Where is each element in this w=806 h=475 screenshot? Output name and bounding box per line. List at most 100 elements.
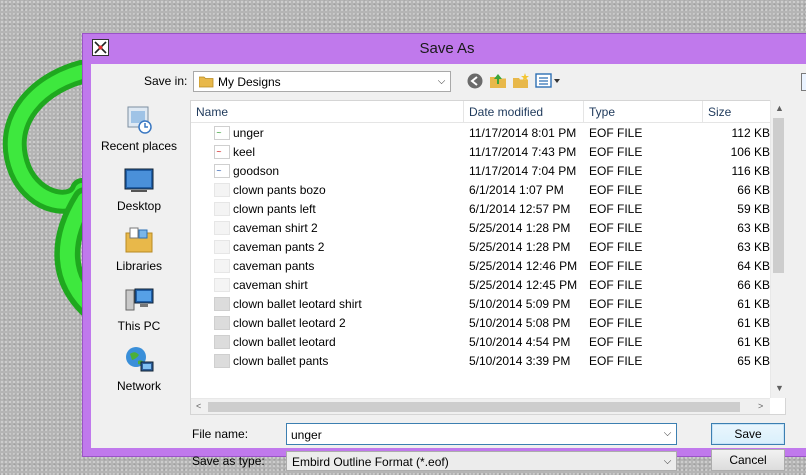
file-date-cell: 11/17/2014 8:01 PM — [469, 126, 577, 140]
file-type-cell: EOF FILE — [589, 164, 643, 178]
file-thumbnail-icon — [214, 335, 230, 349]
file-name-cell: unger — [233, 126, 264, 140]
file-row[interactable]: caveman shirt 2 5/25/2014 1:28 PM EOF FILE… — [191, 219, 785, 238]
scroll-left-icon[interactable]: < — [196, 401, 201, 411]
file-date-cell: 5/25/2014 1:28 PM — [469, 221, 571, 235]
file-row[interactable]: ~ goodson 11/17/2014 7:04 PM EOF FILE 116 KB — [191, 162, 785, 181]
file-row[interactable]: caveman pants 5/25/2014 12:46 PM EOF FILE 6… — [191, 257, 785, 276]
network-icon — [126, 347, 154, 372]
save-as-type-value: Embird Outline Format (*.eof) — [292, 455, 449, 469]
file-type-cell: EOF FILE — [589, 335, 643, 349]
save-as-dialog: Save As Save in: My Designs ⌵ Recent pla… — [82, 33, 806, 471]
file-row[interactable]: clown pants left 6/1/2014 12:57 PM EOF FIL… — [191, 200, 785, 219]
save-button[interactable]: Save — [711, 423, 785, 445]
file-type-cell: EOF FILE — [589, 126, 643, 140]
file-type-cell: EOF FILE — [589, 297, 643, 311]
file-type-cell: EOF FILE — [589, 278, 643, 292]
file-name-cell: keel — [233, 145, 256, 159]
file-row[interactable]: clown pants bozo 6/1/2014 1:07 PM EOF FILE… — [191, 181, 785, 200]
up-folder-icon[interactable] — [489, 72, 507, 90]
file-date-cell: 5/10/2014 5:09 PM — [469, 297, 571, 311]
file-name-cell: clown ballet pants — [233, 354, 329, 368]
save-as-type-dropdown[interactable]: Embird Outline Format (*.eof) ⌵ — [286, 451, 677, 471]
file-date-cell: 5/25/2014 1:28 PM — [469, 240, 571, 254]
save-as-type-label: Save as type: — [192, 454, 265, 468]
chevron-down-icon[interactable]: ⌵ — [659, 452, 676, 470]
file-thumbnail-icon — [214, 202, 230, 216]
place-this-pc[interactable]: This PC — [91, 284, 187, 333]
file-thumbnail-icon — [214, 259, 230, 273]
scroll-up-icon[interactable]: ▲ — [775, 103, 784, 113]
libraries-icon — [125, 227, 153, 253]
this-pc-icon — [125, 288, 154, 311]
recent-places-icon — [127, 106, 152, 134]
file-type-cell: EOF FILE — [589, 202, 643, 216]
file-name-cell: caveman pants — [233, 259, 315, 273]
new-folder-icon[interactable] — [512, 72, 530, 90]
scroll-right-icon[interactable]: > — [758, 401, 763, 411]
file-list[interactable]: Name Date modified Type Size ~ unger 11/17… — [190, 100, 786, 415]
file-thumbnail-icon: ~ — [214, 145, 230, 159]
scroll-right-edge-button[interactable] — [801, 73, 806, 91]
places-bar: Recent places Desktop Libraries This PC … — [91, 100, 187, 400]
place-network[interactable]: Network — [91, 344, 187, 393]
file-date-cell: 5/25/2014 12:46 PM — [469, 259, 578, 273]
place-label: Desktop — [116, 199, 162, 213]
column-header-name[interactable]: Name — [191, 101, 464, 123]
file-row[interactable]: clown ballet leotard 5/10/2014 4:54 PM EOF… — [191, 333, 785, 352]
back-icon[interactable] — [466, 72, 484, 90]
file-date-cell: 11/17/2014 7:43 PM — [469, 145, 577, 159]
desktop-icon — [124, 168, 154, 192]
file-name-cell: clown pants left — [233, 202, 316, 216]
file-date-cell: 5/25/2014 12:45 PM — [469, 278, 578, 292]
file-row[interactable]: ~ keel 11/17/2014 7:43 PM EOF FILE 106 KB — [191, 143, 785, 162]
dialog-body: Save in: My Designs ⌵ Recent places Desk… — [91, 64, 806, 471]
file-date-cell: 11/17/2014 7:04 PM — [469, 164, 577, 178]
vertical-scrollbar[interactable]: ▲ ▼ — [770, 100, 786, 398]
column-header-date-modified[interactable]: Date modified — [464, 101, 584, 123]
file-date-cell: 5/10/2014 4:54 PM — [469, 335, 571, 349]
file-name-input[interactable]: unger — [291, 428, 322, 442]
file-thumbnail-icon: ~ — [214, 126, 230, 140]
file-name-cell: clown ballet leotard shirt — [233, 297, 362, 311]
file-row[interactable]: clown ballet leotard 2 5/10/2014 5:08 PM E… — [191, 314, 785, 333]
file-type-cell: EOF FILE — [589, 183, 643, 197]
place-desktop[interactable]: Desktop — [91, 164, 187, 213]
title-bar[interactable]: Save As — [83, 34, 806, 62]
file-row[interactable]: ~ unger 11/17/2014 8:01 PM EOF FILE 112 KB — [191, 124, 785, 143]
save-in-value: My Designs — [218, 75, 281, 89]
file-name-cell: caveman shirt 2 — [233, 221, 318, 235]
file-row[interactable]: clown ballet leotard shirt 5/10/2014 5:09… — [191, 295, 785, 314]
horizontal-scroll-thumb[interactable] — [208, 402, 740, 412]
file-thumbnail-icon — [214, 240, 230, 254]
file-name-combo[interactable]: unger ⌵ — [286, 423, 677, 445]
chevron-down-icon[interactable]: ⌵ — [433, 72, 450, 91]
file-thumbnail-icon — [214, 278, 230, 292]
vertical-scroll-thumb[interactable] — [773, 118, 784, 273]
scroll-down-icon[interactable]: ▼ — [775, 383, 784, 393]
column-header-type[interactable]: Type — [584, 101, 703, 123]
horizontal-scrollbar[interactable]: < > — [191, 398, 770, 414]
file-name-cell: clown ballet leotard — [233, 335, 336, 349]
place-recent-places[interactable]: Recent places — [91, 104, 187, 153]
file-date-cell: 6/1/2014 1:07 PM — [469, 183, 564, 197]
file-row[interactable]: caveman shirt 5/25/2014 12:45 PM EOF FILE 6… — [191, 276, 785, 295]
folder-icon — [199, 76, 214, 88]
cancel-button[interactable]: Cancel — [711, 449, 785, 471]
file-name-label: File name: — [192, 427, 249, 441]
chevron-down-icon[interactable]: ⌵ — [659, 424, 676, 444]
save-in-label: Save in: — [144, 74, 188, 88]
file-row[interactable]: clown ballet pants 5/10/2014 3:39 PM EOF F… — [191, 352, 785, 371]
file-name-cell: caveman pants 2 — [233, 240, 325, 254]
file-name-cell: caveman shirt — [233, 278, 308, 292]
file-row[interactable]: caveman pants 2 5/25/2014 1:28 PM EOF FILE… — [191, 238, 785, 257]
save-in-dropdown[interactable]: My Designs ⌵ — [193, 71, 451, 92]
place-libraries[interactable]: Libraries — [91, 224, 187, 273]
file-type-cell: EOF FILE — [589, 221, 643, 235]
place-label: Libraries — [115, 259, 163, 273]
place-label: This PC — [117, 319, 161, 333]
file-thumbnail-icon — [214, 316, 230, 330]
file-name-cell: clown ballet leotard 2 — [233, 316, 346, 330]
file-thumbnail-icon — [214, 354, 230, 368]
view-menu-icon[interactable] — [535, 72, 561, 90]
